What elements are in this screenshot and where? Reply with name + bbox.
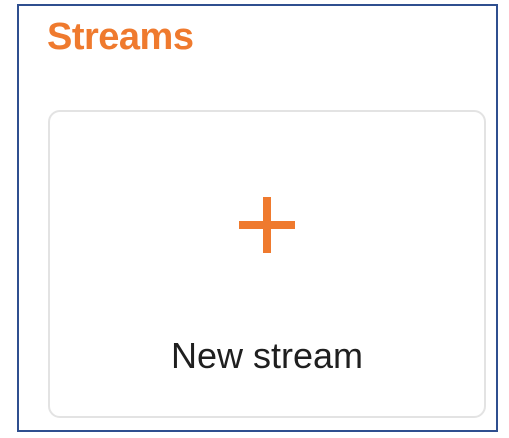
section-title: Streams	[47, 16, 194, 58]
new-stream-label: New stream	[170, 335, 364, 376]
plus-icon	[239, 197, 295, 253]
new-stream-button[interactable]: New stream	[48, 110, 486, 418]
streams-panel: Streams New stream	[17, 4, 498, 432]
